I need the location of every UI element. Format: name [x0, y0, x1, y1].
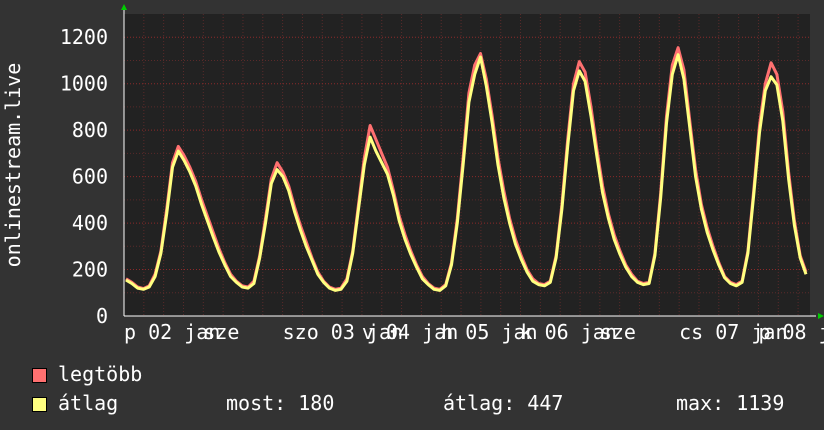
- x-tick-label: sze: [600, 320, 636, 344]
- y-tick-label: 200: [72, 258, 108, 282]
- x-tick-label: p 08 jan: [758, 320, 824, 344]
- y-tick-label: 1200: [60, 25, 108, 49]
- stat-maximum: max: 1139: [676, 391, 785, 415]
- y-axis-arrow: [121, 4, 127, 10]
- y-tick-label: 800: [72, 118, 108, 142]
- y-tick-label: 600: [72, 165, 108, 189]
- y-tick-label: 1000: [60, 72, 108, 96]
- stat-current: most: 180: [226, 391, 335, 415]
- chart-page: 0 200 400 600 800 1000 1200 p 02 jan sze szo 03 j…: [0, 0, 824, 430]
- legend-swatch-max: [32, 368, 47, 383]
- stat-average: átlag: 447: [443, 391, 564, 415]
- x-tick-label: sze: [203, 320, 239, 344]
- legend-label-max: legtöbb: [58, 362, 143, 386]
- y-axis-label: onlinestream.live: [1, 63, 25, 268]
- y-tick-label: 400: [72, 211, 108, 235]
- legend-swatch-avg: [32, 397, 47, 412]
- x-axis-arrow: [818, 313, 824, 319]
- legend-label-avg: átlag: [58, 391, 119, 415]
- y-tick-label: 0: [96, 304, 108, 328]
